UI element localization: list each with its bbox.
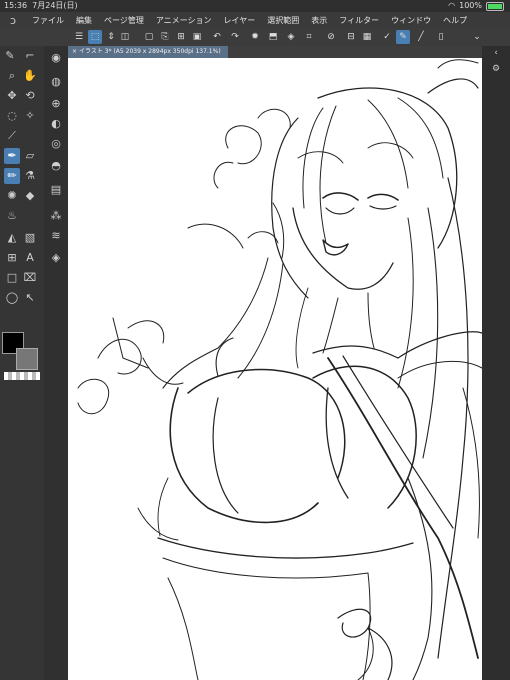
menu-layer[interactable]: レイヤー bbox=[218, 15, 262, 26]
sub-color-swatch[interactable] bbox=[16, 348, 38, 370]
menu-help[interactable]: ヘルプ bbox=[437, 15, 473, 26]
ruler-check-icon[interactable]: ✓ bbox=[380, 30, 394, 44]
menu-window[interactable]: ウィンドウ bbox=[385, 15, 437, 26]
transform-icon[interactable]: ⬒ bbox=[266, 30, 280, 44]
document-tab[interactable]: × イラスト 3* (A5 2039 x 2894px 350dpi 137.1… bbox=[68, 46, 228, 58]
clipboard-icon[interactable]: ⊞ bbox=[174, 30, 188, 44]
right-panel: ‹ ⚙ bbox=[482, 46, 510, 680]
navigator-icon[interactable]: ◍ bbox=[48, 74, 64, 90]
menu-animation[interactable]: アニメーション bbox=[150, 15, 218, 26]
grid-icon[interactable]: ▦ bbox=[360, 30, 374, 44]
ruler-icon[interactable]: ⌧ bbox=[22, 270, 38, 286]
drawing-canvas[interactable] bbox=[68, 58, 482, 680]
menu-bar: ↄ ファイル 編集 ページ管理 アニメーション レイヤー 選択範囲 表示 フィル… bbox=[0, 12, 510, 28]
pencil-icon[interactable]: ✏ bbox=[4, 168, 20, 184]
stack-icon[interactable]: ◈ bbox=[48, 250, 64, 266]
add-icon[interactable]: ◉ bbox=[48, 50, 64, 66]
layer-add-icon[interactable]: ⊕ bbox=[48, 96, 64, 112]
menu-toggle-icon[interactable]: ☰ bbox=[72, 30, 86, 44]
eraser-block-icon[interactable]: ◆ bbox=[22, 188, 38, 204]
menu-selection[interactable]: 選択範囲 bbox=[261, 15, 305, 26]
magic-wand-icon[interactable]: ✧ bbox=[22, 108, 38, 124]
status-time: 15:36 bbox=[4, 1, 28, 10]
blend-icon[interactable]: ♨ bbox=[4, 208, 20, 224]
pen-icon[interactable]: ✒ bbox=[4, 148, 20, 164]
zoom-icon[interactable]: ⌕ bbox=[4, 68, 20, 84]
move-icon[interactable]: ✥ bbox=[4, 88, 20, 104]
select-icon[interactable]: ↖ bbox=[22, 290, 38, 306]
drops-icon[interactable]: ⁂ bbox=[48, 208, 64, 224]
chevron-left-icon[interactable]: ‹ bbox=[490, 48, 502, 60]
close-tab-icon[interactable]: × bbox=[72, 48, 77, 55]
airbrush-icon[interactable]: ⚗ bbox=[22, 168, 38, 184]
status-date: 7月24日(日) bbox=[32, 1, 78, 10]
copy-icon[interactable]: ⎘ bbox=[158, 30, 172, 44]
shape-icon[interactable]: □ bbox=[4, 270, 20, 286]
sub-toolbar: ◉ ◍ ⊕ ◐ ◎ ◓ ▤ ⁂ ≋ ◈ bbox=[44, 46, 68, 680]
sketch-artwork bbox=[77, 59, 482, 680]
save-icon[interactable]: ▣ bbox=[190, 30, 204, 44]
text-icon[interactable]: A bbox=[22, 250, 38, 266]
document-title: イラスト 3* (A5 2039 x 2894px 350dpi 137.1%) bbox=[78, 48, 221, 55]
eraser-icon[interactable]: ▱ bbox=[22, 148, 38, 164]
selection-tool-icon[interactable]: ⬚ bbox=[88, 30, 102, 44]
crop-icon[interactable]: ⌗ bbox=[302, 30, 316, 44]
history-icon[interactable]: ◎ bbox=[48, 136, 64, 152]
menu-filter[interactable]: フィルター bbox=[333, 15, 385, 26]
menu-file[interactable]: ファイル bbox=[26, 15, 70, 26]
gear-icon[interactable]: ⚙ bbox=[490, 64, 502, 76]
sub-tool-icon[interactable]: ⌐ bbox=[22, 48, 38, 64]
menu-edit[interactable]: 編集 bbox=[70, 15, 98, 26]
menu-view[interactable]: 表示 bbox=[305, 15, 333, 26]
clear-selection-icon[interactable]: ⊘ bbox=[324, 30, 338, 44]
battery-percent: 100% bbox=[459, 1, 482, 10]
fill-bucket-icon[interactable]: ◈ bbox=[284, 30, 298, 44]
redo-icon[interactable]: ↷ bbox=[228, 30, 242, 44]
lasso-icon[interactable]: ◌ bbox=[4, 108, 20, 124]
undo-icon[interactable]: ↶ bbox=[210, 30, 224, 44]
hand-icon[interactable]: ✋ bbox=[22, 68, 38, 84]
device-icon[interactable]: ▯ bbox=[434, 30, 448, 44]
line-icon[interactable]: ╱ bbox=[414, 30, 428, 44]
fill-icon[interactable]: ◭ bbox=[4, 230, 20, 246]
layer-property-icon[interactable]: ◓ bbox=[48, 158, 64, 174]
arrows-icon[interactable]: ⇕ bbox=[104, 30, 118, 44]
loading-icon[interactable]: ✹ bbox=[248, 30, 262, 44]
layer-icon[interactable]: ◫ bbox=[118, 30, 132, 44]
material-icon[interactable]: ▤ bbox=[48, 182, 64, 198]
app-logo-icon[interactable]: ↄ bbox=[0, 14, 26, 27]
frame-icon[interactable]: ⊞ bbox=[4, 250, 20, 266]
status-right: ◠ 100% bbox=[448, 0, 504, 12]
layers-icon[interactable]: ≋ bbox=[48, 228, 64, 244]
document-tab-strip: × イラスト 3* (A5 2039 x 2894px 350dpi 137.1… bbox=[68, 46, 482, 58]
command-bar: ☰ ⬚ ⇕ ◫ ▢ ⎘ ⊞ ▣ ↶ ↷ ✹ ⬒ ◈ ⌗ ⊘ ⊟ ▦ ✓ ✎ ╱ … bbox=[0, 28, 510, 47]
status-time-date: 15:36 7月24日(日) bbox=[4, 0, 78, 12]
eyedropper-icon[interactable]: ⟋ bbox=[4, 128, 20, 144]
invert-selection-icon[interactable]: ⊟ bbox=[344, 30, 358, 44]
gradient-icon[interactable]: ▧ bbox=[22, 230, 38, 246]
color-set-icon[interactable]: ◐ bbox=[48, 116, 64, 132]
new-icon[interactable]: ▢ bbox=[142, 30, 156, 44]
decoration-icon[interactable]: ✺ bbox=[4, 188, 20, 204]
transparent-color-swatch[interactable] bbox=[4, 372, 40, 380]
balloon-icon[interactable]: ◯ bbox=[4, 290, 20, 306]
brush-size-icon[interactable]: ✎ bbox=[2, 48, 18, 64]
status-bar: 15:36 7月24日(日) ◠ 100% bbox=[0, 0, 510, 12]
pen-settings-icon[interactable]: ✎ bbox=[396, 30, 410, 44]
menu-page[interactable]: ページ管理 bbox=[98, 15, 150, 26]
wifi-icon: ◠ bbox=[448, 1, 456, 10]
battery-icon bbox=[486, 1, 504, 11]
rotate-icon[interactable]: ⟲ bbox=[22, 88, 38, 104]
tool-palette: ✎ ⌐ ⌕ ✋ ✥ ⟲ ◌ ✧ ⟋ ✒ ▱ ✏ ⚗ ✺ ◆ ♨ ◭ ▧ ⊞ A … bbox=[0, 46, 44, 680]
chevron-down-icon[interactable]: ⌄ bbox=[470, 30, 484, 44]
